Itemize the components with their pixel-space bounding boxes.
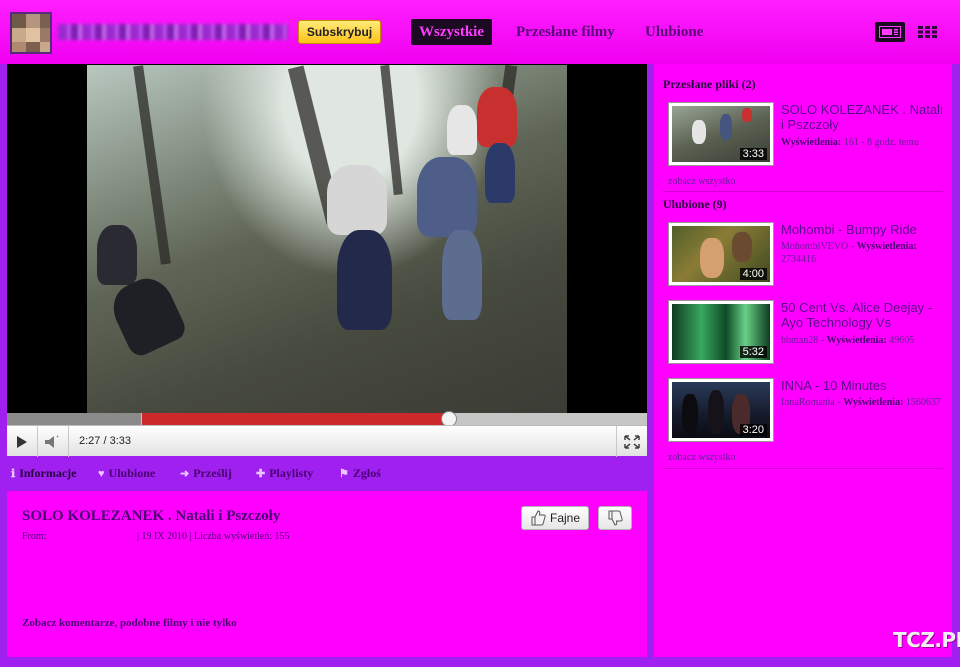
seek-bar[interactable]: [7, 411, 647, 427]
favorites-heading: Ulubione (9): [663, 197, 727, 211]
flag-icon: ⚑: [339, 468, 349, 480]
video-meta: InnaRomania - Wyświetlenia: 1560637: [781, 397, 941, 408]
tab-all[interactable]: Wszystkie: [411, 19, 492, 45]
tab-uploaded-videos[interactable]: Przesłane filmy: [508, 19, 623, 45]
play-icon: [17, 435, 27, 448]
video-title-link[interactable]: Mohombi - Bumpy Ride: [781, 222, 949, 237]
tab-report[interactable]: ⚑ Zgłoś: [339, 466, 381, 481]
thumbs-down-icon: [608, 510, 623, 526]
video-info-panel: SOLO KOLEZANEK . Natali i Pszczoły From:…: [7, 491, 647, 657]
watermark-logo: TCZ.PL: [893, 628, 960, 652]
play-button[interactable]: [7, 426, 38, 457]
list-item[interactable]: 4:00 Mohombi - Bumpy Ride MohombiVEVO - …: [668, 222, 948, 286]
from-label: From:: [22, 531, 47, 542]
see-all-favorites-link[interactable]: zobacz wszystko: [668, 452, 735, 463]
subscribe-button[interactable]: Subskrybuj: [298, 20, 381, 44]
seek-bar-loaded: [7, 413, 142, 425]
thumbs-up-icon: [531, 510, 546, 526]
heart-icon: ♥: [98, 467, 105, 480]
list-item[interactable]: 3:33 SOLO KOLEZANEK . Natali i Pszczoły …: [668, 102, 948, 166]
video-duration: 3:33: [739, 148, 767, 160]
video-player[interactable]: 2:27 / 3:33: [7, 64, 647, 457]
volume-button[interactable]: [38, 426, 69, 457]
uploads-heading: Przesłane pliki (2): [663, 77, 756, 91]
plus-icon: ✚: [256, 468, 266, 480]
video-thumbnail[interactable]: 3:33: [668, 102, 774, 166]
video-title-link[interactable]: 50 Cent Vs. Alice Deejay - Ayo Technolog…: [781, 300, 949, 330]
volume-icon: [45, 434, 59, 448]
fullscreen-icon: [624, 434, 640, 449]
video-meta: MohombiVEVO - Wyświetlenia: 2734416: [781, 241, 917, 265]
tab-favorites[interactable]: Ulubione: [637, 19, 711, 45]
video-thumbnail[interactable]: 4:00: [668, 222, 774, 286]
video-duration: 3:20: [739, 424, 767, 436]
tab-playlists[interactable]: ✚ Playlisty: [256, 466, 313, 481]
more-comments-link[interactable]: Zobacz komentarze, podobne filmy i nie t…: [22, 617, 237, 629]
list-item[interactable]: 3:20 INNA - 10 Minutes InnaRomania - Wyś…: [668, 378, 948, 442]
info-tabs: ℹ Informacje ♥ Ulubione ➜ Prześlij ✚ Pla…: [7, 458, 647, 488]
upload-date: | 19 IX 2010: [136, 531, 188, 542]
tab-favorite[interactable]: ♥ Ulubione: [98, 466, 155, 481]
channel-name-blurred[interactable]: [58, 24, 288, 40]
view-count: | Liczba wyświetleń: 155: [189, 531, 290, 542]
sidebar: Przesłane pliki (2) 3:33 SOLO KOLEZANEK …: [654, 64, 952, 657]
player-controls: 2:27 / 3:33: [7, 425, 647, 457]
divider: [663, 191, 943, 192]
avatar[interactable]: [10, 12, 52, 54]
video-title-link[interactable]: INNA - 10 Minutes: [781, 378, 949, 393]
video-meta: From: | 19 IX 2010 | Liczba wyświetleń: …: [22, 531, 290, 542]
video-meta: bbman28 - Wyświetlenia: 49605: [781, 335, 915, 346]
channel-header: Subskrybuj Wszystkie Przesłane filmy Ulu…: [0, 0, 960, 64]
video-title: SOLO KOLEZANEK . Natali i Pszczoły: [22, 508, 281, 524]
video-title-link[interactable]: SOLO KOLEZANEK . Natali i Pszczoły: [781, 102, 949, 132]
tab-share[interactable]: ➜ Prześlij: [180, 466, 232, 481]
seek-bar-played: [142, 413, 449, 425]
video-duration: 5:32: [739, 346, 767, 358]
like-button[interactable]: Fajne: [521, 506, 589, 530]
player-view-icon[interactable]: [875, 22, 905, 42]
share-arrow-icon: ➜: [180, 468, 190, 480]
tab-info[interactable]: ℹ Informacje: [11, 466, 77, 481]
divider: [663, 468, 943, 469]
video-frame[interactable]: [87, 65, 567, 413]
video-thumbnail[interactable]: 5:32: [668, 300, 774, 364]
fullscreen-button[interactable]: [616, 426, 647, 457]
video-meta: Wyświetlenia: 161 - 8 godz. temu: [781, 137, 919, 148]
list-item[interactable]: 5:32 50 Cent Vs. Alice Deejay - Ayo Tech…: [668, 300, 948, 364]
info-icon: ℹ: [11, 468, 16, 480]
video-thumbnail[interactable]: 3:20: [668, 378, 774, 442]
time-display: 2:27 / 3:33: [79, 435, 131, 447]
grid-view-icon[interactable]: [914, 22, 942, 42]
video-duration: 4:00: [739, 268, 767, 280]
dislike-button[interactable]: [598, 506, 632, 530]
see-all-uploads-link[interactable]: zobacz wszystko: [668, 176, 735, 187]
